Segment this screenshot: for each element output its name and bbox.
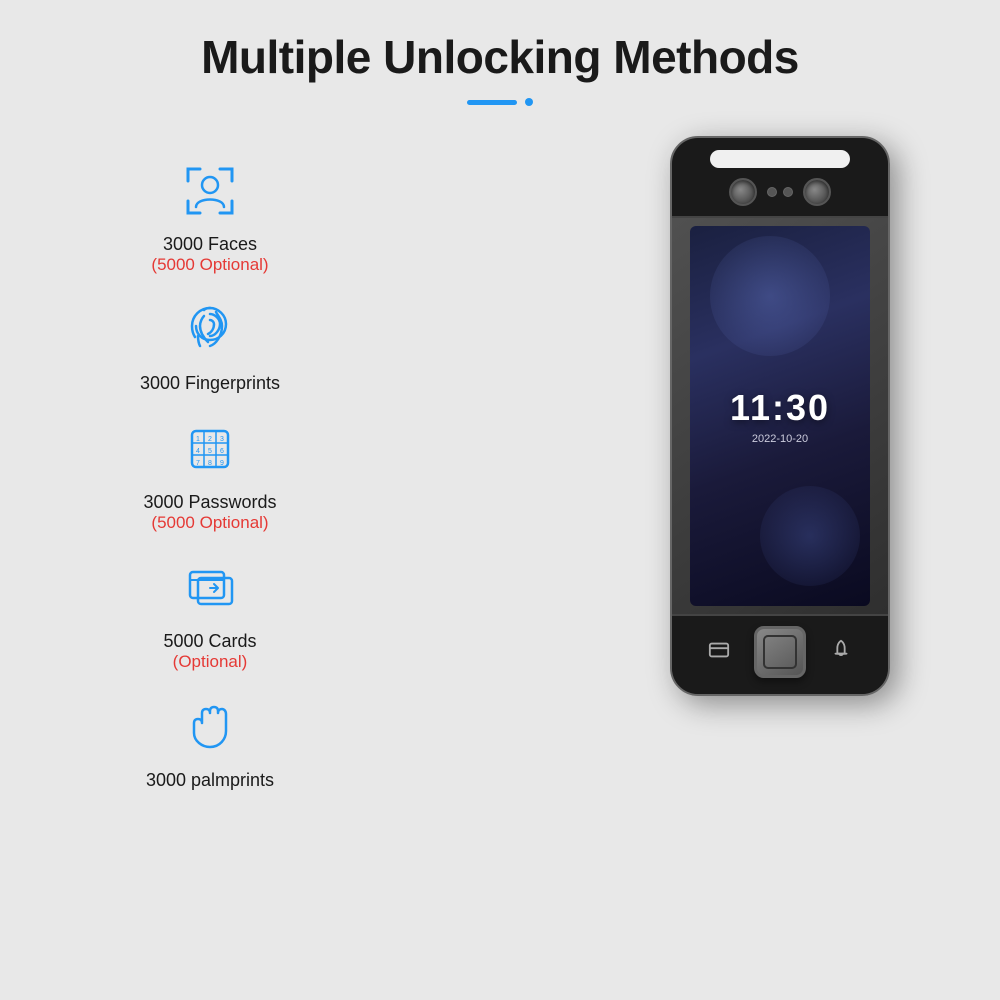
device-white-bar (710, 150, 850, 168)
sensor-dot-1 (767, 187, 777, 197)
device-screen: 11:30 2022-10-20 (690, 226, 870, 606)
device-bottom (672, 614, 888, 694)
passwords-optional: (5000 Optional) (151, 513, 268, 533)
face-scan-icon (175, 156, 245, 226)
faces-label: 3000 Faces (163, 234, 257, 255)
screen-circle-1 (710, 236, 830, 356)
features-list: 3000 Faces (5000 Optional) (60, 146, 360, 811)
card-bottom-icon (708, 639, 730, 666)
device: 11:30 2022-10-20 (670, 136, 890, 696)
bell-bottom-icon (830, 639, 852, 666)
page-title: Multiple Unlocking Methods (201, 30, 799, 84)
svg-text:6: 6 (220, 448, 224, 455)
svg-text:4: 4 (196, 448, 200, 455)
palm-icon (175, 692, 245, 762)
sensor-left (729, 178, 757, 206)
main-container: Multiple Unlocking Methods (0, 0, 1000, 1000)
device-container: 11:30 2022-10-20 (620, 136, 940, 696)
passwords-label: 3000 Passwords (143, 492, 276, 513)
palmprints-label: 3000 palmprints (146, 770, 274, 791)
keypad-icon: 1 2 3 4 5 6 7 8 9 (175, 414, 245, 484)
svg-text:5: 5 (208, 448, 212, 455)
bottom-icons-row (708, 626, 852, 678)
cards-label: 5000 Cards (163, 631, 256, 652)
sensors-row (729, 178, 831, 206)
svg-text:2: 2 (208, 436, 212, 443)
fingerprint-btn-inner (763, 635, 797, 669)
card-icon (175, 553, 245, 623)
sensor-dot-2 (783, 187, 793, 197)
feature-cards: 5000 Cards (Optional) (60, 553, 360, 672)
cards-optional: (Optional) (173, 652, 248, 672)
faces-optional: (5000 Optional) (151, 255, 268, 275)
subtitle-decorator (467, 98, 533, 106)
fingerprint-button[interactable] (754, 626, 806, 678)
svg-text:8: 8 (208, 460, 212, 467)
dot-line (467, 100, 517, 105)
dot-circle (525, 98, 533, 106)
fingerprint-icon (175, 295, 245, 365)
feature-palmprints: 3000 palmprints (60, 692, 360, 791)
screen-time: 11:30 (730, 387, 830, 429)
device-top (672, 138, 888, 218)
svg-text:1: 1 (196, 436, 200, 443)
feature-fingerprints: 3000 Fingerprints (60, 295, 360, 394)
sensor-right (803, 178, 831, 206)
svg-text:7: 7 (196, 460, 200, 467)
svg-text:9: 9 (220, 460, 224, 467)
screen-date: 2022-10-20 (752, 433, 808, 445)
content-area: 3000 Faces (5000 Optional) (0, 146, 1000, 811)
screen-circle-2 (760, 486, 860, 586)
svg-text:3: 3 (220, 436, 224, 443)
fingerprints-label: 3000 Fingerprints (140, 373, 280, 394)
sensor-middle (767, 187, 793, 197)
feature-faces: 3000 Faces (5000 Optional) (60, 156, 360, 275)
feature-passwords: 1 2 3 4 5 6 7 8 9 3000 Passwords (5000 O… (60, 414, 360, 533)
